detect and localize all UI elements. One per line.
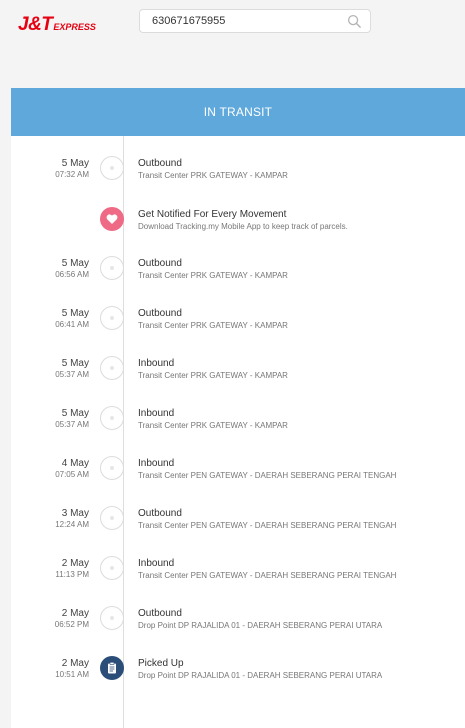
- event-title: Outbound: [138, 608, 182, 619]
- circle-dot-icon: [100, 256, 124, 280]
- event-time: 06:52 PM: [54, 620, 89, 629]
- circle-dot-icon: [100, 306, 124, 330]
- event-title: Inbound: [138, 558, 175, 569]
- event-title: Outbound: [138, 158, 182, 169]
- circle-dot-icon: [100, 606, 124, 630]
- event-title: Inbound: [138, 408, 175, 419]
- event-time: 06:41 AM: [55, 320, 89, 329]
- tracking-result-card: IN TRANSIT 5 May 07:32 AM Outbound Trans…: [11, 88, 465, 728]
- timeline-event: 5 May 05:37 AM Inbound Transit Center PR…: [11, 356, 465, 398]
- timeline-event: 5 May 07:32 AM Outbound Transit Center P…: [11, 156, 465, 198]
- tracking-search-box: [139, 9, 371, 33]
- event-location: Drop Point DP RAJALIDA 01 - DAERAH SEBER…: [138, 671, 383, 680]
- timeline-event: 5 May 06:41 AM Outbound Transit Center P…: [11, 306, 465, 348]
- event-location: Transit Center PRK GATEWAY - KAMPAR: [138, 171, 288, 180]
- event-time: 05:37 AM: [55, 370, 89, 379]
- circle-dot-icon: [100, 356, 124, 380]
- shipment-status-banner: IN TRANSIT: [11, 88, 465, 136]
- event-date: 5 May: [61, 308, 89, 319]
- event-title: Picked Up: [138, 658, 184, 669]
- event-date: 5 May: [61, 408, 89, 419]
- event-title: Outbound: [138, 508, 182, 519]
- clipboard-icon: [100, 656, 124, 680]
- circle-dot-icon: [100, 556, 124, 580]
- logo-main-text: J&T: [18, 14, 53, 35]
- timeline-event: 3 May 12:24 AM Outbound Transit Center P…: [11, 506, 465, 548]
- timeline-event: 5 May 05:37 AM Inbound Transit Center PR…: [11, 406, 465, 448]
- event-date: 4 May: [61, 458, 89, 469]
- timeline-event: 4 May 07:05 AM Inbound Transit Center PE…: [11, 456, 465, 498]
- circle-dot-icon: [100, 156, 124, 180]
- tracking-number-input[interactable]: [152, 13, 342, 29]
- event-location: Transit Center PRK GATEWAY - KAMPAR: [138, 371, 288, 380]
- event-time: 11:13 PM: [55, 570, 89, 579]
- event-location: Transit Center PEN GATEWAY - DAERAH SEBE…: [138, 571, 397, 580]
- timeline-event: 5 May 06:56 AM Outbound Transit Center P…: [11, 256, 465, 298]
- event-title: Inbound: [138, 458, 175, 469]
- heart-icon: [100, 207, 124, 231]
- event-date: 5 May: [61, 358, 89, 369]
- event-date: 2 May: [61, 658, 89, 669]
- event-location: Transit Center PRK GATEWAY - KAMPAR: [138, 271, 288, 280]
- timeline-event: 2 May 06:52 PM Outbound Drop Point DP RA…: [11, 606, 465, 648]
- timeline-event: 2 May 11:13 PM Inbound Transit Center PE…: [11, 556, 465, 598]
- circle-dot-icon: [100, 506, 124, 530]
- event-date: 2 May: [61, 558, 89, 569]
- event-time: 07:05 AM: [55, 470, 89, 479]
- event-date: 5 May: [61, 158, 89, 169]
- event-location: Transit Center PRK GATEWAY - KAMPAR: [138, 421, 288, 430]
- event-title: Inbound: [138, 358, 175, 369]
- event-location: Transit Center PRK GATEWAY - KAMPAR: [138, 321, 288, 330]
- promo-title: Get Notified For Every Movement: [138, 209, 287, 220]
- circle-dot-icon: [100, 456, 124, 480]
- circle-dot-icon: [100, 406, 124, 430]
- logo-sub-text: EXPRESS: [53, 22, 96, 32]
- promo-subtitle: Download Tracking.my Mobile App to keep …: [138, 222, 348, 231]
- search-icon[interactable]: [347, 14, 362, 29]
- event-time: 07:32 AM: [55, 170, 89, 179]
- event-date: 5 May: [61, 258, 89, 269]
- event-title: Outbound: [138, 308, 182, 319]
- top-header: J&T EXPRESS: [0, 0, 465, 56]
- event-date: 2 May: [61, 608, 89, 619]
- event-time: 12:24 AM: [55, 520, 89, 529]
- event-location: Transit Center PEN GATEWAY - DAERAH SEBE…: [138, 521, 397, 530]
- event-date: 3 May: [61, 508, 89, 519]
- event-time: 06:56 AM: [55, 270, 89, 279]
- jt-express-logo[interactable]: J&T EXPRESS: [18, 14, 96, 36]
- event-time: 05:37 AM: [55, 420, 89, 429]
- event-location: Drop Point DP RAJALIDA 01 - DAERAH SEBER…: [138, 621, 383, 630]
- event-title: Outbound: [138, 258, 182, 269]
- app-promo-event[interactable]: Get Notified For Every Movement Download…: [11, 207, 465, 249]
- event-time: 10:51 AM: [55, 670, 89, 679]
- event-location: Transit Center PEN GATEWAY - DAERAH SEBE…: [138, 471, 397, 480]
- timeline-event: 2 May 10:51 AM Picked Up Drop Point DP R…: [11, 656, 465, 698]
